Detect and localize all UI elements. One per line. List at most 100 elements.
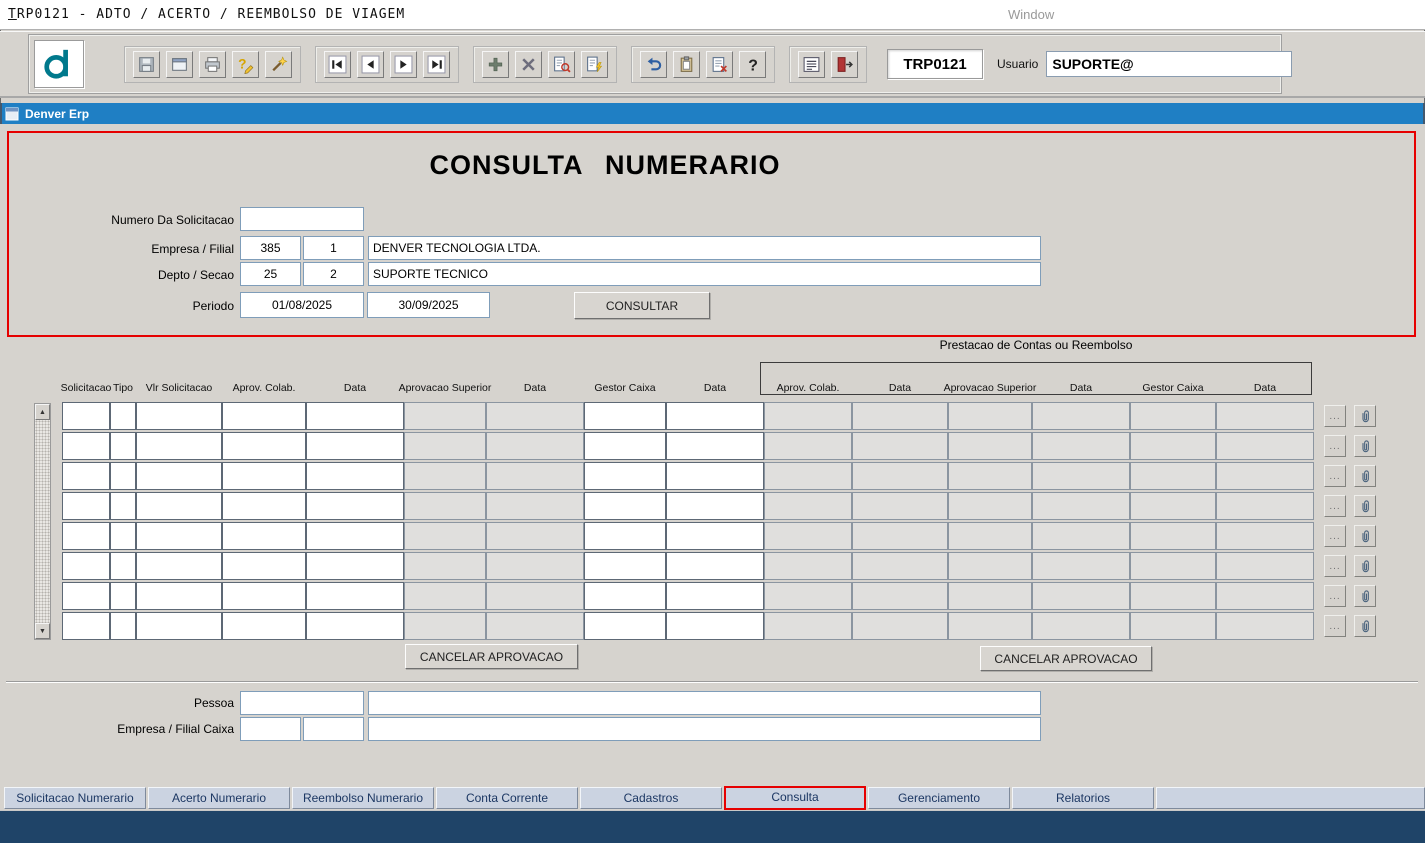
attachment-button[interactable] — [1354, 585, 1376, 607]
grid-cell[interactable] — [666, 522, 764, 550]
numero-solicitacao-input[interactable] — [240, 207, 364, 231]
grid-cell[interactable] — [306, 522, 404, 550]
next-record-button[interactable] — [390, 51, 417, 78]
grid-cell[interactable] — [666, 462, 764, 490]
row-detail-button[interactable]: ... — [1324, 405, 1346, 427]
grid-cell[interactable] — [222, 402, 306, 430]
grid-cell[interactable] — [306, 432, 404, 460]
menu-button[interactable] — [798, 51, 825, 78]
depto-nome-input[interactable] — [368, 262, 1041, 286]
cancelar-aprovacao-left-button[interactable]: CANCELAR APROVACAO — [405, 644, 578, 669]
usuario-input[interactable] — [1046, 51, 1292, 77]
scroll-track[interactable] — [35, 420, 50, 623]
scroll-up-button[interactable]: ▲ — [35, 404, 50, 420]
row-detail-button[interactable]: ... — [1324, 555, 1346, 577]
grid-cell[interactable] — [666, 492, 764, 520]
grid-cell[interactable] — [584, 582, 666, 610]
enter-query-button[interactable] — [548, 51, 575, 78]
row-detail-button[interactable]: ... — [1324, 435, 1346, 457]
row-detail-button[interactable]: ... — [1324, 585, 1346, 607]
periodo-fim-input[interactable] — [367, 292, 490, 318]
depto-codigo-input[interactable] — [240, 262, 301, 286]
pessoa-nome-input[interactable] — [368, 691, 1041, 715]
grid-cell[interactable] — [666, 402, 764, 430]
grid-cell[interactable] — [584, 492, 666, 520]
empresa-nome-input[interactable] — [368, 236, 1041, 260]
scroll-down-button[interactable]: ▼ — [35, 623, 50, 639]
tab-cadastros[interactable]: Cadastros — [580, 787, 722, 809]
grid-cell[interactable] — [110, 432, 136, 460]
menu-item-window[interactable]: Window — [1008, 7, 1054, 22]
attachment-button[interactable] — [1354, 615, 1376, 637]
copy-button[interactable] — [673, 51, 700, 78]
grid-cell[interactable] — [222, 522, 306, 550]
grid-cell[interactable] — [62, 612, 110, 640]
last-record-button[interactable] — [423, 51, 450, 78]
grid-cell[interactable] — [222, 492, 306, 520]
previous-record-button[interactable] — [357, 51, 384, 78]
tab-relatorios[interactable]: Relatorios — [1012, 787, 1154, 809]
grid-cell[interactable] — [666, 432, 764, 460]
grid-cell[interactable] — [136, 462, 222, 490]
grid-cell[interactable] — [110, 462, 136, 490]
filial-caixa-codigo-input[interactable] — [303, 717, 364, 741]
grid-cell[interactable] — [222, 612, 306, 640]
grid-cell[interactable] — [306, 402, 404, 430]
undo-button[interactable] — [640, 51, 667, 78]
grid-cell[interactable] — [110, 612, 136, 640]
tab-consulta[interactable]: Consulta — [724, 786, 866, 810]
secao-codigo-input[interactable] — [303, 262, 364, 286]
grid-cell[interactable] — [110, 522, 136, 550]
print-button[interactable] — [199, 51, 226, 78]
window-button[interactable] — [166, 51, 193, 78]
grid-cell[interactable] — [110, 552, 136, 580]
grid-cell[interactable] — [666, 552, 764, 580]
grid-cell[interactable] — [62, 492, 110, 520]
empresa-caixa-nome-input[interactable] — [368, 717, 1041, 741]
tab-conta-corrente[interactable]: Conta Corrente — [436, 787, 578, 809]
save-button[interactable] — [133, 51, 160, 78]
menu-item-module[interactable]: TRP0121 - ADTO / ACERTO / REEMBOLSO DE V… — [8, 7, 405, 22]
cancelar-aprovacao-right-button[interactable]: CANCELAR APROVACAO — [980, 646, 1152, 671]
grid-cell[interactable] — [306, 462, 404, 490]
row-detail-button[interactable]: ... — [1324, 465, 1346, 487]
periodo-inicio-input[interactable] — [240, 292, 364, 318]
row-detail-button[interactable]: ... — [1324, 525, 1346, 547]
consultar-button[interactable]: CONSULTAR — [574, 292, 710, 319]
grid-cell[interactable] — [110, 492, 136, 520]
grid-cell[interactable] — [584, 462, 666, 490]
grid-cell[interactable] — [136, 492, 222, 520]
tab-solicitacao-numerario[interactable]: Solicitacao Numerario — [4, 787, 146, 809]
grid-cell[interactable] — [62, 402, 110, 430]
attachment-button[interactable] — [1354, 435, 1376, 457]
grid-cell[interactable] — [62, 582, 110, 610]
grid-cell[interactable] — [136, 582, 222, 610]
grid-cell[interactable] — [306, 582, 404, 610]
empresa-codigo-input[interactable] — [240, 236, 301, 260]
grid-cell[interactable] — [136, 612, 222, 640]
attachment-button[interactable] — [1354, 525, 1376, 547]
grid-cell[interactable] — [110, 402, 136, 430]
execute-query-button[interactable] — [581, 51, 608, 78]
row-detail-button[interactable]: ... — [1324, 615, 1346, 637]
grid-cell[interactable] — [584, 432, 666, 460]
grid-cell[interactable] — [584, 402, 666, 430]
cancel-query-button[interactable] — [706, 51, 733, 78]
grid-cell[interactable] — [584, 612, 666, 640]
grid-cell[interactable] — [110, 582, 136, 610]
grid-cell[interactable] — [222, 552, 306, 580]
grid-cell[interactable] — [306, 612, 404, 640]
exit-button[interactable] — [831, 51, 858, 78]
grid-cell[interactable] — [136, 552, 222, 580]
grid-cell[interactable] — [584, 552, 666, 580]
delete-record-button[interactable] — [515, 51, 542, 78]
insert-record-button[interactable] — [482, 51, 509, 78]
grid-cell[interactable] — [666, 582, 764, 610]
attachment-button[interactable] — [1354, 405, 1376, 427]
grid-cell[interactable] — [222, 462, 306, 490]
grid-cell[interactable] — [136, 402, 222, 430]
grid-scrollbar[interactable]: ▲ ▼ — [34, 403, 51, 640]
grid-cell[interactable] — [62, 522, 110, 550]
row-detail-button[interactable]: ... — [1324, 495, 1346, 517]
grid-cell[interactable] — [584, 522, 666, 550]
